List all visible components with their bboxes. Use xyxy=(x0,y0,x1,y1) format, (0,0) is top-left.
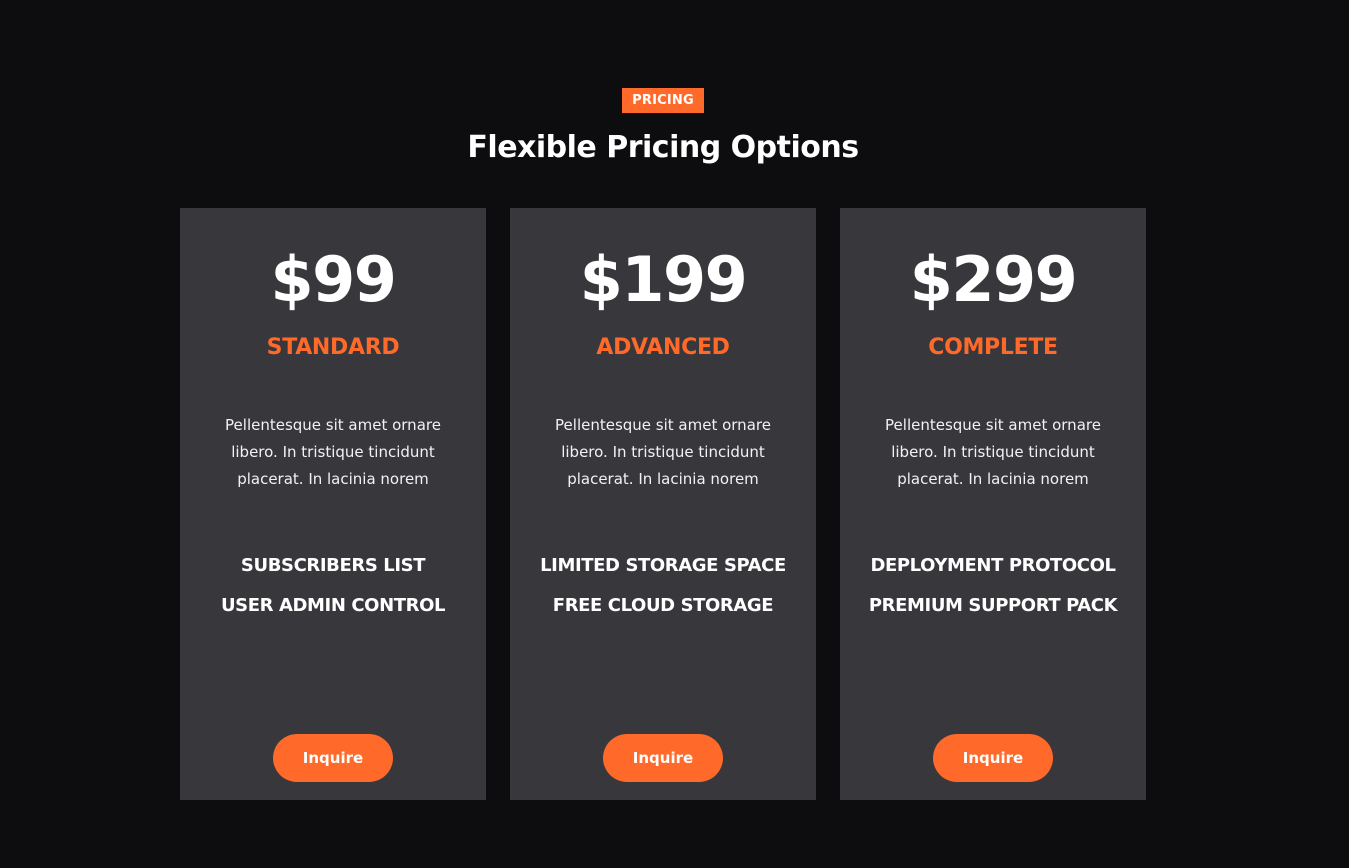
feature-list: DEPLOYMENT PROTOCOL PREMIUM SUPPORT PACK xyxy=(840,546,1146,626)
feature-item: SUBSCRIBERS LIST xyxy=(240,555,426,576)
pricing-section: PRICING Flexible Pricing Options $99 STA… xyxy=(0,0,1349,868)
section-title: Flexible Pricing Options xyxy=(467,130,859,165)
pricing-badge: PRICING xyxy=(622,88,704,113)
pricing-card-advanced: $199 ADVANCED Pellentesque sit amet orna… xyxy=(510,208,816,800)
inquire-button[interactable]: Inquire xyxy=(603,734,723,782)
feature-list: LIMITED STORAGE SPACE FREE CLOUD STORAGE xyxy=(510,546,816,626)
plan-name: STANDARD xyxy=(266,335,400,360)
plan-description: Pellentesque sit amet ornare libero. In … xyxy=(225,416,441,488)
inquire-button[interactable]: Inquire xyxy=(273,734,393,782)
plan-name: COMPLETE xyxy=(928,335,1058,360)
feature-item: USER ADMIN CONTROL xyxy=(220,595,446,616)
plan-price: $199 xyxy=(579,243,748,316)
feature-item: FREE CLOUD STORAGE xyxy=(552,595,774,616)
feature-item: DEPLOYMENT PROTOCOL xyxy=(870,555,1116,576)
inquire-button[interactable]: Inquire xyxy=(933,734,1053,782)
feature-item: PREMIUM SUPPORT PACK xyxy=(868,595,1118,616)
pricing-card-standard: $99 STANDARD Pellentesque sit amet ornar… xyxy=(180,208,486,800)
feature-item: LIMITED STORAGE SPACE xyxy=(540,555,786,576)
plan-description: Pellentesque sit amet ornare libero. In … xyxy=(555,416,771,488)
feature-list: SUBSCRIBERS LIST USER ADMIN CONTROL xyxy=(180,546,486,626)
plan-price: $99 xyxy=(270,243,397,316)
plan-name: ADVANCED xyxy=(596,335,730,360)
pricing-card-complete: $299 COMPLETE Pellentesque sit amet orna… xyxy=(840,208,1146,800)
plan-description: Pellentesque sit amet ornare libero. In … xyxy=(885,416,1101,488)
plan-price: $299 xyxy=(909,243,1078,316)
